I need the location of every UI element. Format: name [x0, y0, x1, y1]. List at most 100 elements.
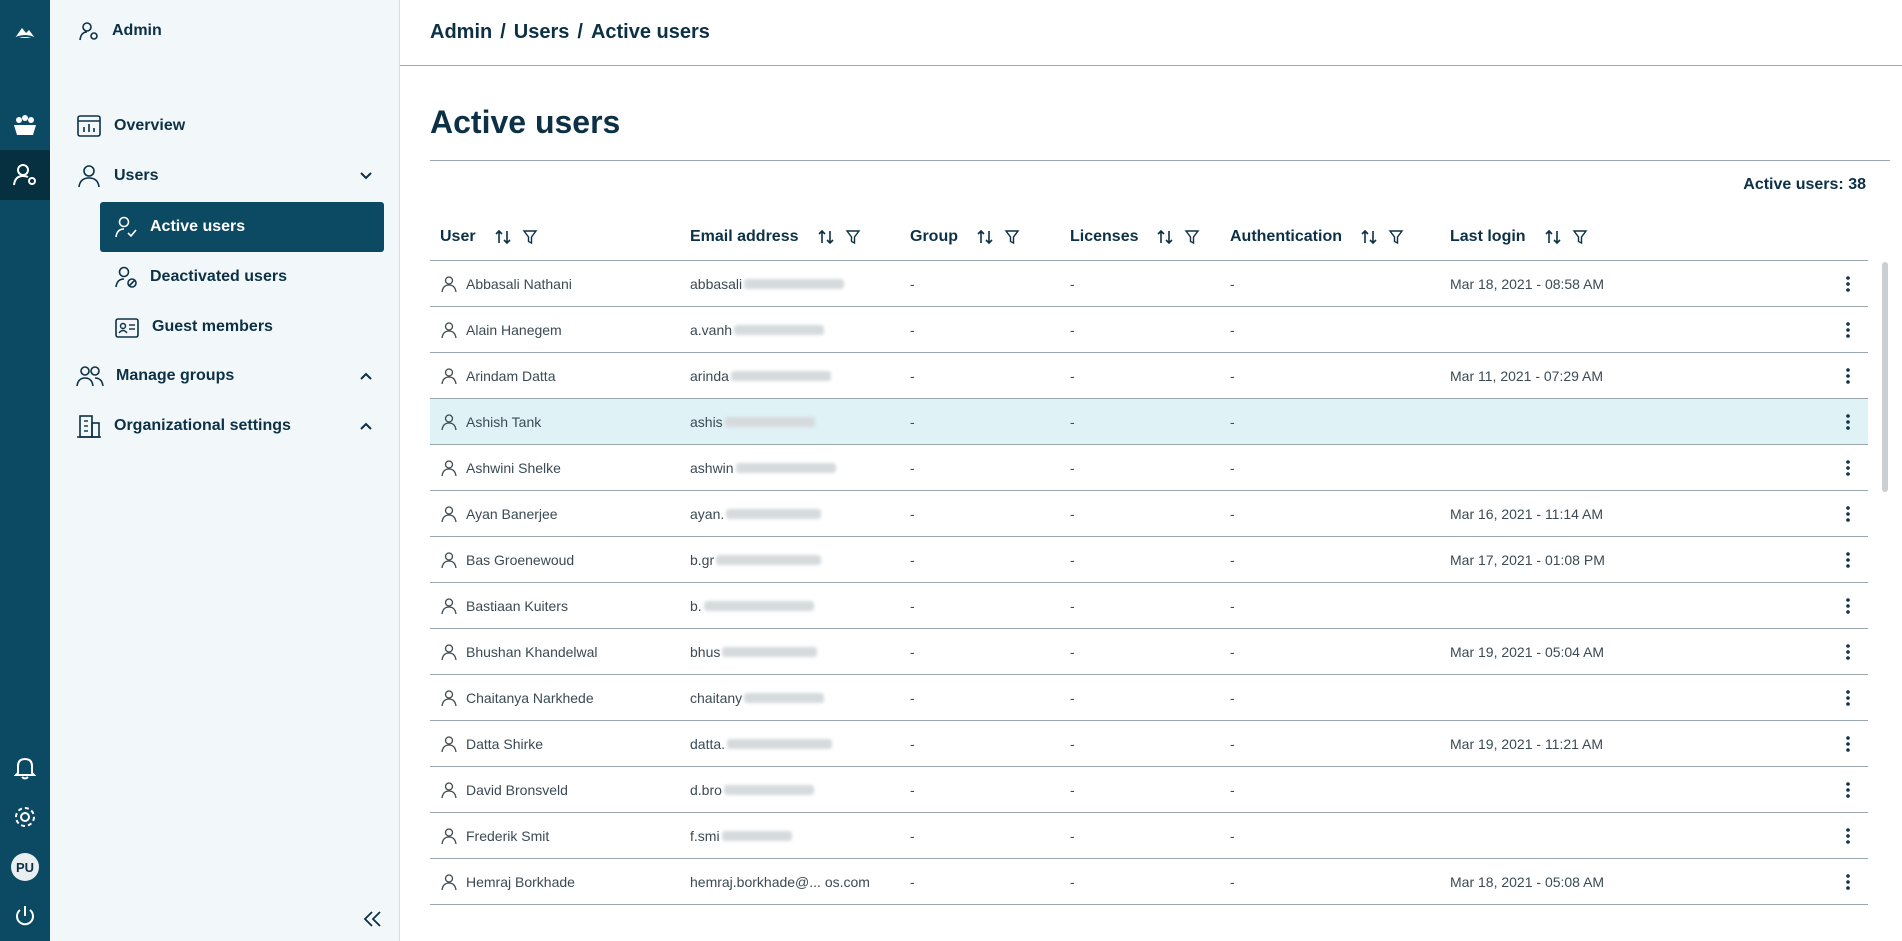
sort-icon[interactable]: [1360, 229, 1378, 245]
table-row[interactable]: Alain Hanegem a.vanh - - -: [430, 307, 1868, 353]
last-login-cell: Mar 18, 2021 - 08:58 AM: [1450, 275, 1605, 292]
user-name[interactable]: Hemraj Borkhade: [466, 874, 575, 890]
table-row[interactable]: Bhushan Khandelwal bhus - - - Mar 19, 2021 - …: [430, 629, 1868, 675]
column-header-label: Last login: [1450, 227, 1526, 245]
user-icon: [441, 459, 457, 476]
user-name[interactable]: Alain Hanegem: [466, 322, 562, 338]
redacted-email: [724, 416, 815, 427]
filter-icon[interactable]: [845, 229, 861, 245]
row-actions-button[interactable]: [1836, 640, 1860, 664]
sidebar-item-active-users[interactable]: Active users: [100, 202, 384, 252]
user-name[interactable]: Arindam Datta: [466, 368, 555, 384]
sidebar-admin-header[interactable]: Admin: [78, 20, 162, 42]
table-row[interactable]: Ayan Banerjee ayan. - - - Mar 16, 2021 - 11:1…: [430, 491, 1868, 537]
sort-icon[interactable]: [1544, 229, 1562, 245]
column-header-email: Email address: [690, 212, 861, 261]
sort-icon[interactable]: [494, 229, 512, 245]
filter-icon[interactable]: [1388, 229, 1404, 245]
user-cell: Hemraj Borkhade: [440, 859, 575, 904]
user-name[interactable]: Chaitanya Narkhede: [466, 690, 594, 706]
sort-icon[interactable]: [976, 229, 994, 245]
table-row[interactable]: Hemraj Borkhade hemraj.borkhade@... os.co…: [430, 859, 1868, 905]
email-text: f.smi: [690, 827, 720, 844]
more-vertical-icon: [1846, 276, 1850, 292]
table-row[interactable]: Abbasali Nathani abbasali - - - Mar 18, 2021 …: [430, 261, 1868, 307]
admin-icon[interactable]: [0, 150, 50, 200]
row-actions-button[interactable]: [1836, 410, 1860, 434]
user-icon: [441, 643, 457, 660]
column-header-label: User: [440, 227, 476, 245]
group-cell: -: [910, 413, 915, 430]
user-avatar[interactable]: PU: [0, 842, 50, 892]
filter-icon[interactable]: [1572, 229, 1588, 245]
user-name[interactable]: Bas Groenewoud: [466, 552, 574, 568]
table-row[interactable]: Ashish Tank ashis - - -: [430, 399, 1868, 445]
sort-icon[interactable]: [1156, 229, 1174, 245]
row-actions-button[interactable]: [1836, 456, 1860, 480]
bell-icon[interactable]: [0, 743, 50, 793]
user-name[interactable]: Frederik Smit: [466, 828, 549, 844]
filter-icon[interactable]: [1004, 229, 1020, 245]
user-name[interactable]: Abbasali Nathani: [466, 276, 572, 292]
power-icon[interactable]: [0, 891, 50, 941]
gear-icon[interactable]: [0, 792, 50, 842]
licenses-cell: -: [1070, 597, 1075, 614]
last-login-cell: Mar 16, 2021 - 11:14 AM: [1450, 505, 1604, 522]
user-name[interactable]: Bhushan Khandelwal: [466, 644, 598, 660]
table-row[interactable]: Chaitanya Narkhede chaitany - - -: [430, 675, 1868, 721]
table-row[interactable]: Bas Groenewoud b.gr - - - Mar 17, 2021 - 01:0…: [430, 537, 1868, 583]
marketplace-icon[interactable]: [0, 100, 50, 150]
user-cell: Ashish Tank: [440, 399, 541, 444]
row-actions-button[interactable]: [1836, 548, 1860, 572]
licenses-cell: -: [1070, 459, 1075, 476]
licenses-cell: -: [1070, 735, 1075, 752]
table-row[interactable]: Arindam Datta arinda - - - Mar 11, 2021 - 07:…: [430, 353, 1868, 399]
row-actions-button[interactable]: [1836, 364, 1860, 388]
sidebar-item-manage-groups[interactable]: Manage groups: [76, 351, 386, 401]
sort-icon[interactable]: [817, 229, 835, 245]
group-cell: -: [910, 551, 915, 568]
row-actions-button[interactable]: [1836, 318, 1860, 342]
table-row[interactable]: David Bronsveld d.bro - - -: [430, 767, 1868, 813]
table-row[interactable]: Bastiaan Kuiters b. - - -: [430, 583, 1868, 629]
authentication-cell: -: [1230, 781, 1235, 798]
row-actions-button[interactable]: [1836, 502, 1860, 526]
table-row[interactable]: Frederik Smit f.smi - - -: [430, 813, 1868, 859]
breadcrumb-admin[interactable]: Admin: [430, 21, 492, 44]
row-actions-button[interactable]: [1836, 686, 1860, 710]
sidebar-item-overview[interactable]: Overview: [76, 101, 386, 151]
sidebar-item-organizational-settings[interactable]: Organizational settings: [76, 401, 386, 451]
user-blocked-icon: [115, 266, 137, 288]
row-actions-button[interactable]: [1836, 824, 1860, 848]
redacted-email: [735, 462, 836, 473]
group-cell: -: [910, 459, 915, 476]
row-actions-button[interactable]: [1836, 732, 1860, 756]
table-row[interactable]: Datta Shirke datta. - - - Mar 19, 2021 - 11:2…: [430, 721, 1868, 767]
sidebar-item-guest-members[interactable]: Guest members: [100, 302, 384, 352]
user-name[interactable]: Bastiaan Kuiters: [466, 598, 568, 614]
row-actions-button[interactable]: [1836, 778, 1860, 802]
redacted-email: [716, 554, 822, 565]
collapse-sidebar-button[interactable]: [359, 905, 387, 933]
cloud-logo-icon[interactable]: [0, 8, 50, 58]
user-name[interactable]: Ashish Tank: [466, 414, 541, 430]
email-text: datta.: [690, 735, 726, 752]
row-actions-button[interactable]: [1836, 594, 1860, 618]
email-text: d.bro: [690, 781, 722, 798]
column-header-auth: Authentication: [1230, 212, 1404, 261]
table-scrollbar[interactable]: [1882, 262, 1888, 492]
breadcrumb-users[interactable]: Users: [514, 21, 570, 44]
user-cell: Arindam Datta: [440, 353, 555, 398]
sidebar-item-users[interactable]: Users: [76, 151, 386, 201]
row-actions-button[interactable]: [1836, 870, 1860, 894]
filter-icon[interactable]: [522, 229, 538, 245]
sidebar-item-deactivated-users[interactable]: Deactivated users: [100, 252, 384, 302]
user-name[interactable]: David Bronsveld: [466, 782, 568, 798]
email-text: hemraj.borkhade@... os.com: [690, 873, 870, 890]
table-row[interactable]: Ashwini Shelke ashwin - - -: [430, 445, 1868, 491]
user-name[interactable]: Datta Shirke: [466, 736, 543, 752]
row-actions-button[interactable]: [1836, 272, 1860, 296]
filter-icon[interactable]: [1184, 229, 1200, 245]
user-name[interactable]: Ayan Banerjee: [466, 506, 558, 522]
user-name[interactable]: Ashwini Shelke: [466, 460, 561, 476]
